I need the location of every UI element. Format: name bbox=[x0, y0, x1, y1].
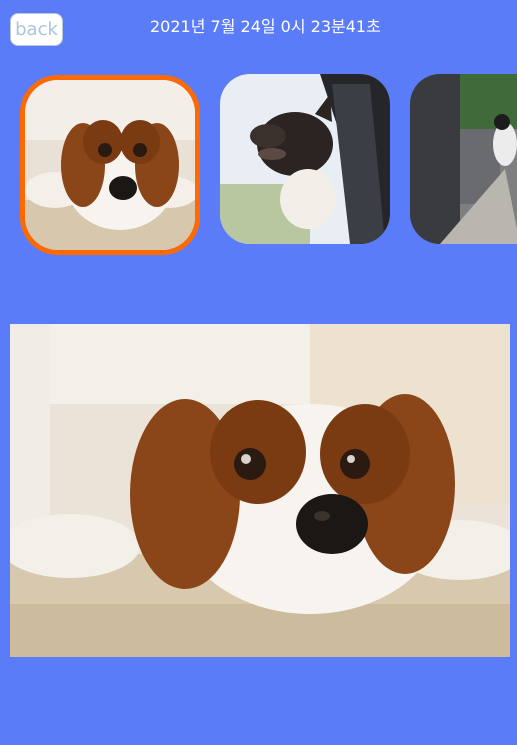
back-button[interactable]: back bbox=[10, 13, 63, 46]
spaniel-thumbnail-image bbox=[25, 80, 195, 250]
thumbnail-sidewalk-dog[interactable] bbox=[410, 74, 517, 244]
thumbnail-strip[interactable] bbox=[0, 74, 517, 256]
sidewalk-dog-thumbnail-image bbox=[410, 74, 517, 244]
timestamp-label: 2021년 7월 24일 0시 23분41초 bbox=[150, 17, 381, 36]
thumbnail-spaniel[interactable] bbox=[20, 75, 200, 255]
thumbnail-car-dog[interactable] bbox=[220, 74, 390, 244]
spaniel-main-image bbox=[10, 324, 510, 657]
main-photo bbox=[10, 324, 510, 657]
car-dog-thumbnail-image bbox=[220, 74, 390, 244]
